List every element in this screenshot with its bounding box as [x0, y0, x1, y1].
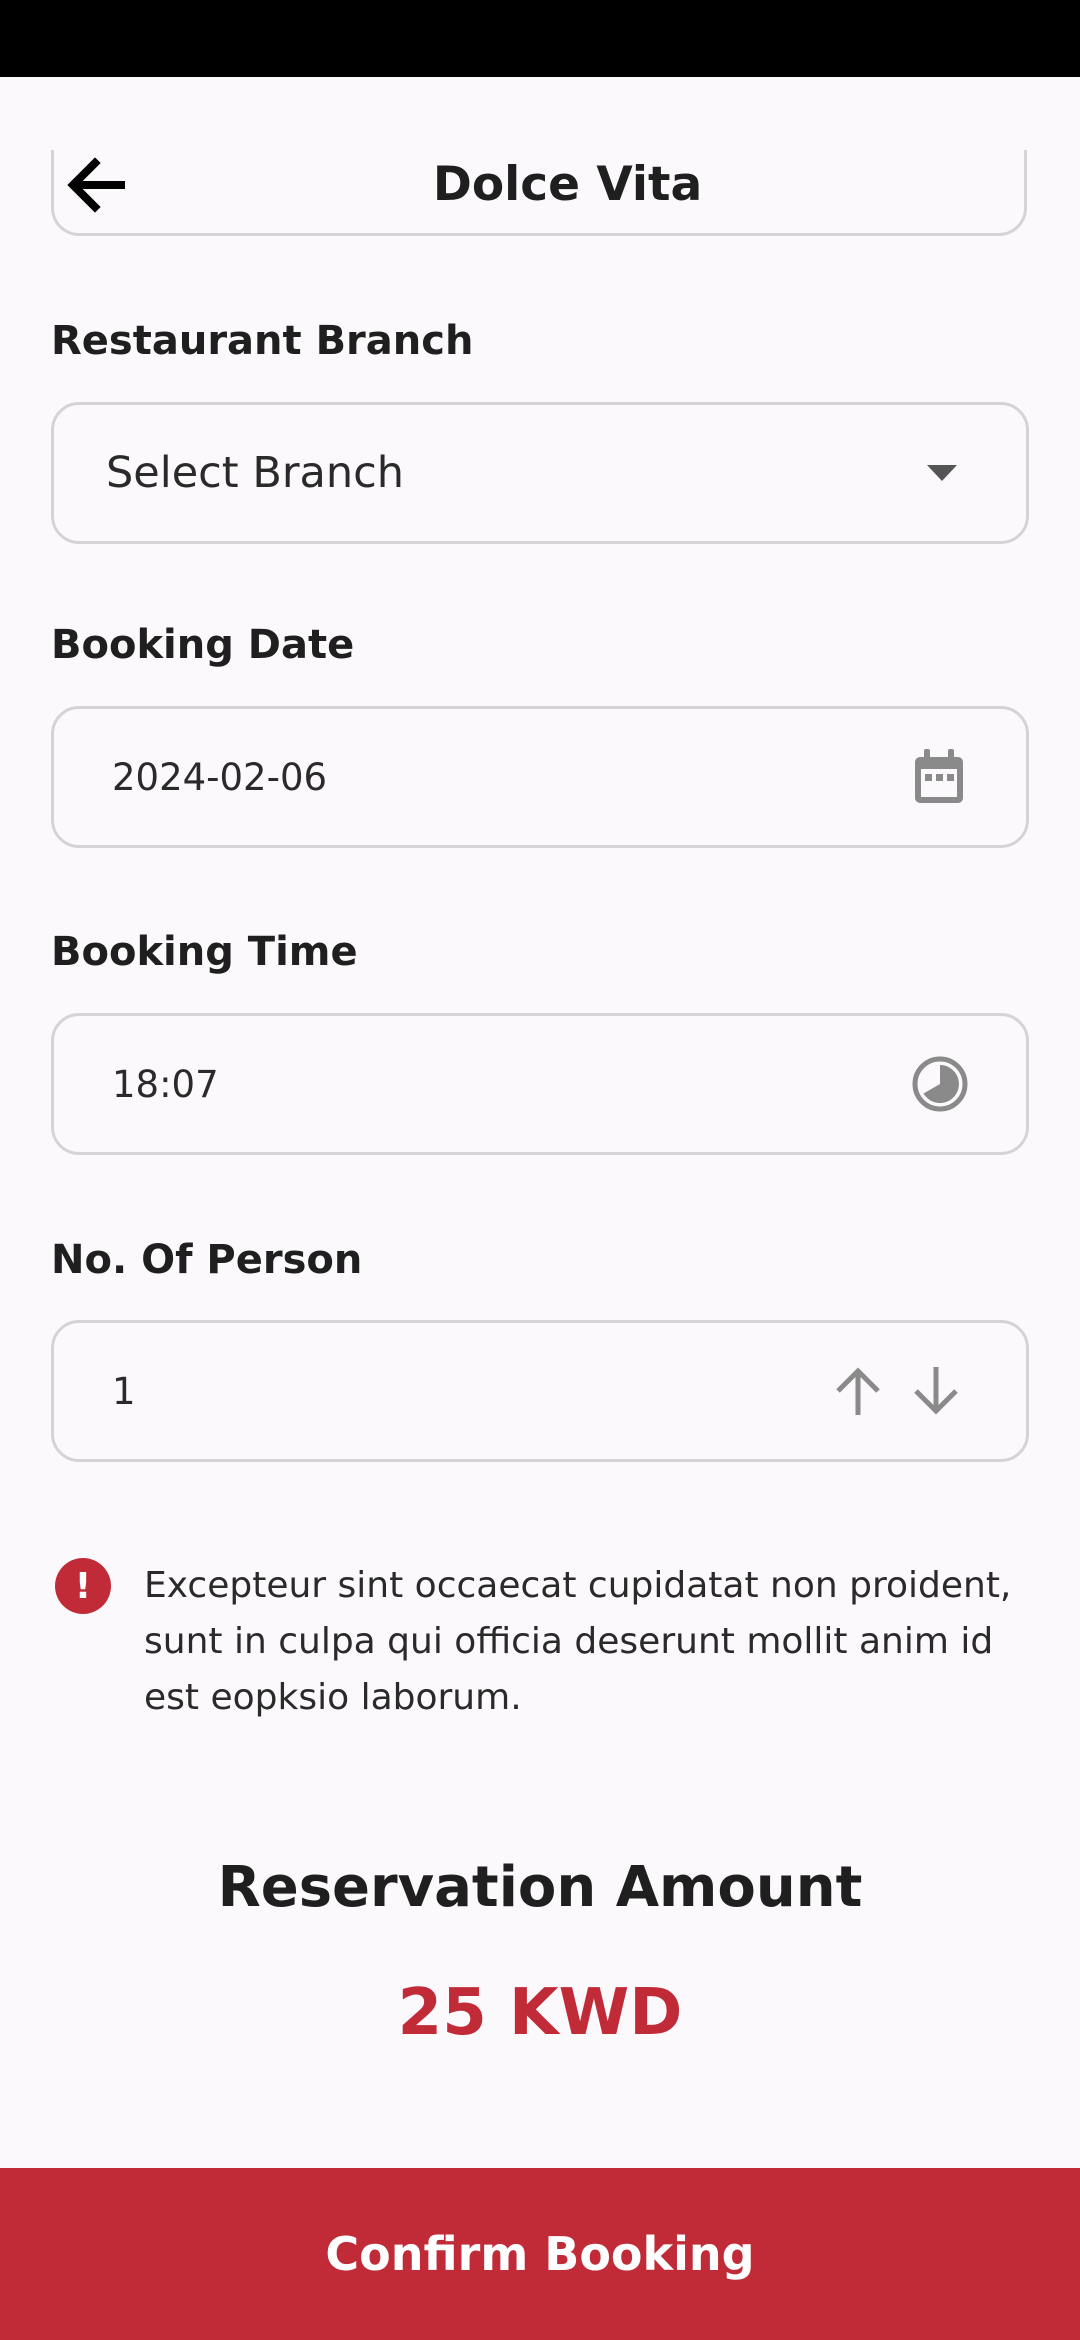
branch-select[interactable]: Select Branch	[51, 402, 1029, 544]
persons-value: 1	[112, 1369, 136, 1413]
branch-value: Select Branch	[106, 448, 404, 498]
persons-label: No. Of Person	[51, 1237, 363, 1283]
chevron-down-icon	[927, 405, 957, 541]
persons-stepper[interactable]: 1	[51, 1320, 1029, 1462]
date-label: Booking Date	[51, 622, 355, 668]
arrow-down-icon[interactable]	[910, 1323, 962, 1459]
date-field[interactable]: 2024-02-06	[51, 706, 1029, 848]
clock-icon[interactable]	[910, 1016, 970, 1152]
arrow-left-icon	[67, 157, 125, 213]
arrow-up-icon[interactable]	[832, 1323, 884, 1459]
time-label: Booking Time	[51, 929, 358, 975]
reservation-amount-label: Reservation Amount	[217, 1855, 863, 1920]
back-button[interactable]	[50, 140, 140, 230]
calendar-icon[interactable]	[911, 709, 967, 845]
status-bar	[0, 0, 1080, 77]
confirm-booking-button[interactable]: Confirm Booking	[0, 2168, 1080, 2340]
time-field[interactable]: 18:07	[51, 1013, 1029, 1155]
reservation-amount-value: 25 KWD	[397, 1976, 683, 2050]
notice-text: Excepteur sint occaecat cupidatat non pr…	[144, 1565, 1012, 1718]
error-icon: !	[55, 1558, 111, 1614]
date-value: 2024-02-06	[112, 755, 328, 799]
page-title: Dolce Vita	[432, 157, 703, 212]
branch-label: Restaurant Branch	[51, 318, 474, 364]
time-value: 18:07	[112, 1062, 219, 1106]
